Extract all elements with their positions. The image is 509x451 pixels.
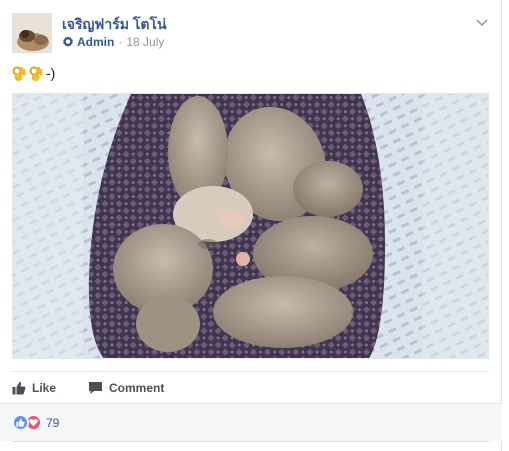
post-header: เจริญฟาร์ม โตโน่ Admin · 18 July	[12, 12, 492, 54]
comment-label: Comment	[109, 380, 165, 395]
comment-icon	[89, 381, 103, 394]
post-date-link[interactable]: 18 July	[126, 35, 164, 49]
post-photo[interactable]	[12, 93, 489, 359]
meta-separator: ·	[118, 35, 123, 49]
chevron-down-icon[interactable]	[474, 14, 490, 30]
post-actions: Like Comment	[12, 371, 489, 403]
ok-hand-emoji-icon	[29, 65, 43, 81]
post-card: เจริญฟาร์ม โตโน่ Admin · 18 July -) Like…	[0, 0, 502, 451]
page-name-link[interactable]: เจริญฟาร์ม โตโน่	[62, 14, 167, 36]
reactions-bar: 79	[0, 403, 502, 441]
comment-button[interactable]: Comment	[88, 381, 164, 395]
post-text: -)	[12, 63, 55, 83]
post-text-content: -)	[46, 65, 56, 81]
like-reaction-icon	[12, 414, 29, 431]
divider	[12, 441, 489, 442]
page-avatar[interactable]	[12, 13, 52, 53]
admin-badge-icon	[62, 36, 74, 48]
ok-hand-emoji-icon	[12, 65, 26, 81]
reactions-summary[interactable]: 79	[12, 414, 59, 431]
post-meta: Admin · 18 July	[62, 35, 164, 49]
like-label: Like	[32, 380, 57, 395]
admin-role-label[interactable]: Admin	[77, 35, 114, 49]
thumbs-up-icon	[12, 381, 26, 394]
reaction-count[interactable]: 79	[46, 416, 59, 430]
like-button[interactable]: Like	[12, 381, 56, 395]
